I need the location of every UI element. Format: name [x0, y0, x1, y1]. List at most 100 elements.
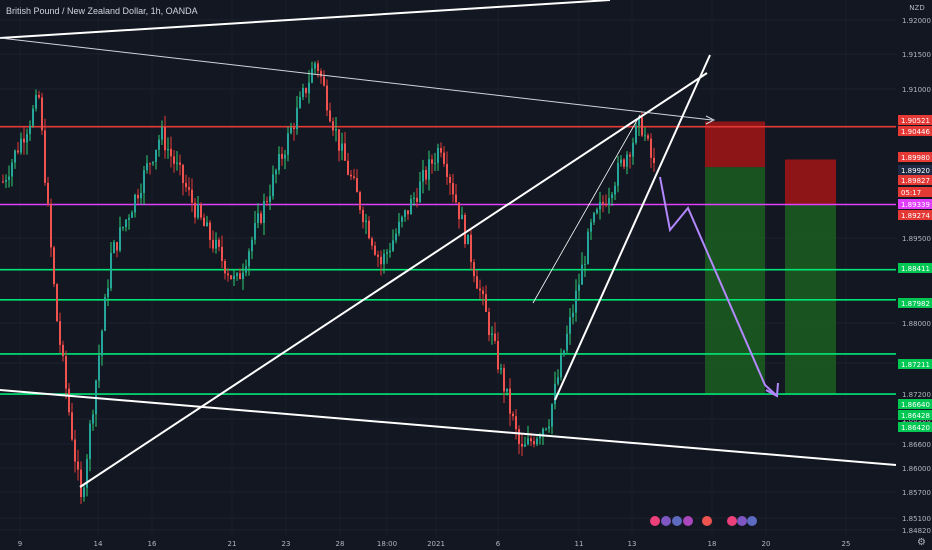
candle-body — [170, 148, 172, 157]
candle-body — [347, 160, 349, 175]
candle-body — [437, 148, 439, 163]
candle-body — [494, 333, 496, 341]
y-tick-label: 1.92000 — [902, 17, 931, 25]
candle-body — [113, 242, 115, 254]
candle-body — [344, 143, 346, 161]
candle-body — [119, 227, 121, 251]
candle-body — [191, 189, 193, 203]
candle-body — [68, 388, 70, 413]
candle-body — [455, 194, 457, 203]
candle-body — [248, 251, 250, 267]
x-tick-label: 9 — [18, 540, 22, 548]
candle-body — [605, 203, 607, 206]
candle-body — [500, 368, 502, 370]
candle-body — [47, 182, 49, 204]
candle-body — [596, 209, 598, 214]
y-tick-label: 1.91500 — [902, 51, 931, 59]
candle-body — [515, 416, 517, 430]
x-tick-label: 14 — [94, 540, 103, 548]
candle-body — [512, 413, 514, 417]
candle-body — [641, 117, 643, 136]
candle-body — [230, 275, 232, 280]
candle-body — [203, 217, 205, 227]
price-chart[interactable]: 1.920001.915001.910001.895001.880001.876… — [0, 0, 932, 550]
candle-body — [92, 414, 94, 424]
x-tick-label: 16 — [148, 540, 157, 548]
candle-body — [53, 247, 55, 285]
candle-body — [482, 290, 484, 295]
candle-body — [206, 222, 208, 227]
candle-body — [317, 63, 319, 72]
candle-body — [491, 333, 493, 336]
settings-gear-icon[interactable]: ⚙ — [917, 537, 926, 548]
candle-body — [263, 201, 265, 223]
candle-body — [293, 127, 295, 130]
candle-body — [509, 388, 511, 414]
chart-title: British Pound / New Zealand Dollar, 1h, … — [6, 6, 198, 16]
candle-body — [587, 231, 589, 264]
candle-body — [326, 85, 328, 111]
candle-body — [35, 95, 37, 109]
x-tick-label: 2021 — [427, 540, 445, 548]
candle-body — [527, 438, 529, 445]
stop-loss-zone — [705, 121, 765, 168]
y-tick-label: 1.91000 — [902, 86, 931, 94]
candle-body — [98, 355, 100, 381]
candle-body — [458, 202, 460, 220]
candle-body — [374, 245, 376, 255]
candle-body — [581, 264, 583, 285]
candle-body — [179, 162, 181, 165]
candle-body — [149, 163, 151, 165]
candle-body — [398, 221, 400, 234]
y-tick-label: 1.86600 — [902, 441, 931, 449]
price-tag-label: 1.89827 — [901, 177, 930, 185]
candle-body — [218, 239, 220, 247]
candle-body — [425, 170, 427, 180]
candle-body — [599, 202, 601, 210]
candle-body — [428, 159, 430, 180]
candle-body — [572, 312, 574, 318]
candle-body — [452, 183, 454, 195]
event-icons[interactable] — [650, 516, 757, 526]
candle-body — [362, 209, 364, 223]
candle-body — [485, 294, 487, 312]
candle-body — [275, 170, 277, 175]
candle-body — [107, 288, 109, 298]
candle-body — [410, 198, 412, 215]
candle-body — [593, 213, 595, 223]
candle-body — [368, 220, 370, 239]
time-axis[interactable] — [0, 536, 932, 550]
candle-body — [611, 194, 613, 199]
candle-body — [335, 129, 337, 131]
candle-body — [404, 210, 406, 217]
price-tag-label: 1.86420 — [901, 424, 930, 432]
candle-body — [41, 97, 43, 131]
candle-body — [350, 174, 352, 177]
candle-body — [251, 239, 253, 252]
candle-body — [419, 181, 421, 202]
candle-body — [434, 162, 436, 164]
candle-body — [545, 428, 547, 430]
candle-body — [653, 157, 655, 164]
candle-body — [431, 159, 433, 164]
candle-body — [617, 162, 619, 186]
candle-body — [236, 273, 238, 276]
candle-body — [71, 412, 73, 440]
candle-body — [20, 138, 22, 153]
candle-body — [323, 76, 325, 86]
candle-body — [131, 212, 133, 218]
candle-body — [506, 388, 508, 392]
candle-body — [185, 183, 187, 188]
candle-body — [17, 150, 19, 153]
candle-body — [284, 154, 286, 159]
candle-body — [158, 139, 160, 150]
candle-body — [524, 444, 526, 447]
candle-body — [380, 256, 382, 265]
candle-body — [56, 284, 58, 322]
candle-body — [557, 377, 559, 384]
candle-body — [446, 163, 448, 177]
candle-body — [644, 135, 646, 137]
candle-body — [413, 197, 415, 199]
x-tick-label: 18:00 — [377, 540, 397, 548]
candle-body — [266, 201, 268, 203]
